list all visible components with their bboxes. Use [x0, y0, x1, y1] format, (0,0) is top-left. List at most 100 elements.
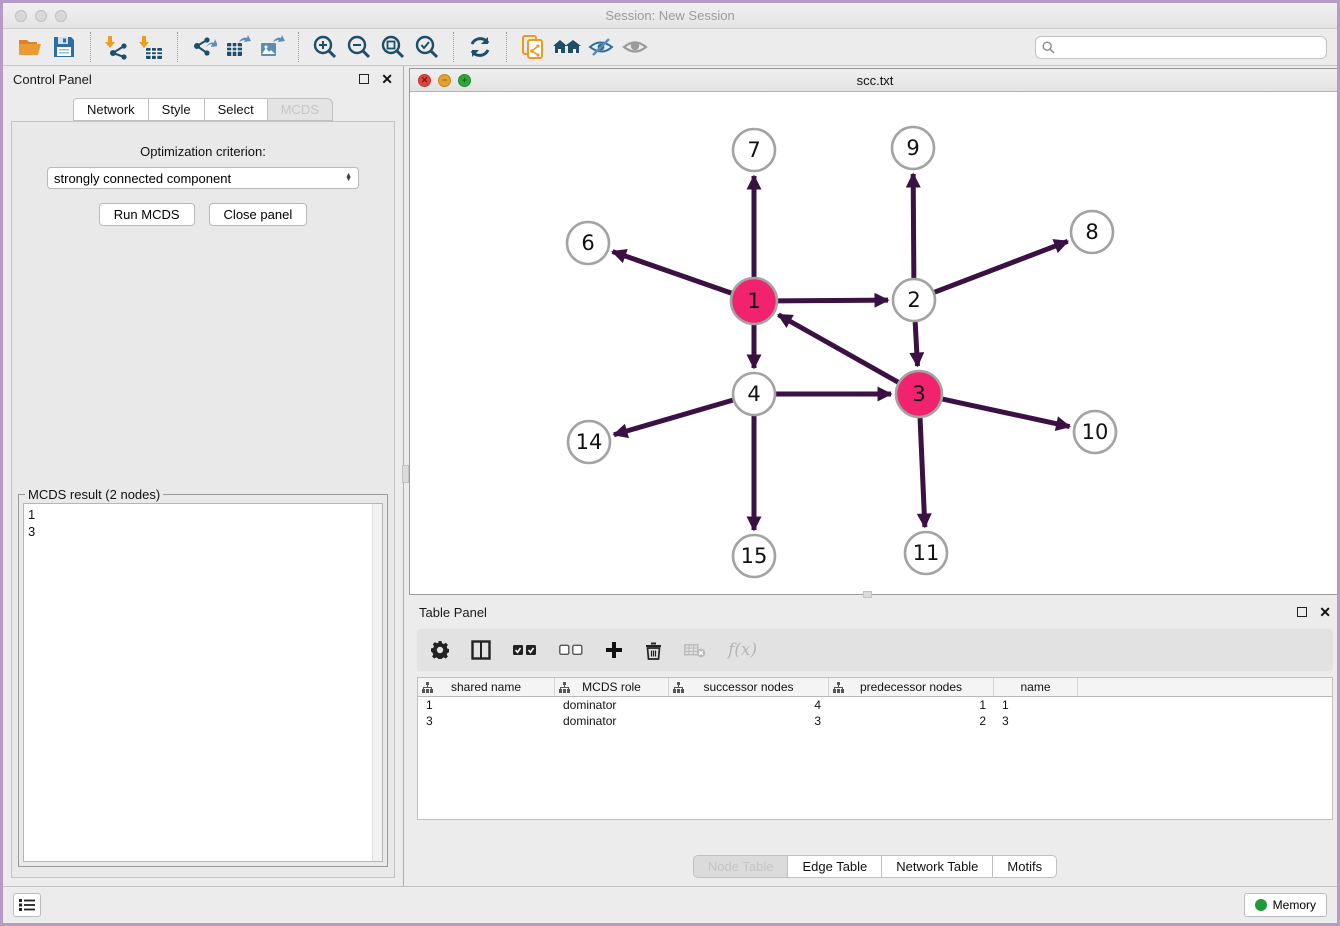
- node-label-6: 6: [581, 231, 594, 255]
- table-float-panel-icon[interactable]: [1297, 607, 1307, 617]
- edge-3-10[interactable]: [942, 399, 1069, 426]
- session-home-icon[interactable]: [550, 32, 584, 62]
- table-row[interactable]: 3dominator323: [418, 713, 1332, 729]
- edge-2-8[interactable]: [935, 241, 1068, 292]
- table-cell[interactable]: 1: [829, 697, 994, 713]
- run-mcds-button[interactable]: Run MCDS: [99, 203, 195, 226]
- table-tabs: Node TableEdge TableNetwork TableMotifs: [409, 855, 1340, 878]
- tab-motifs[interactable]: Motifs: [993, 855, 1057, 878]
- optimization-criterion-label: Optimization criterion:: [12, 144, 394, 159]
- node-label-1: 1: [747, 289, 760, 313]
- memory-button[interactable]: Memory: [1244, 893, 1327, 917]
- memory-status-icon: [1255, 899, 1267, 911]
- search-box[interactable]: [1035, 36, 1327, 59]
- node-label-4: 4: [747, 382, 760, 406]
- zoom-selected-icon[interactable]: [410, 32, 444, 62]
- tab-select[interactable]: Select: [205, 98, 268, 121]
- table-row[interactable]: 1dominator411: [418, 697, 1332, 713]
- network-window-title: scc.txt: [410, 73, 1340, 88]
- column-header-MCDS-role[interactable]: MCDS role: [555, 678, 669, 696]
- network-canvas[interactable]: 7968124314101511: [410, 92, 1340, 594]
- table-close-panel-icon[interactable]: ✕: [1319, 607, 1331, 617]
- column-header-predecessor-nodes[interactable]: predecessor nodes: [829, 678, 994, 696]
- node-table: shared nameMCDS rolesuccessor nodesprede…: [417, 677, 1333, 820]
- table-cell[interactable]: 2: [829, 713, 994, 729]
- edge-2-3[interactable]: [915, 322, 917, 366]
- horizontal-splitter-handle[interactable]: [863, 591, 872, 598]
- close-panel-icon[interactable]: ✕: [381, 74, 393, 84]
- table-options-gear-icon[interactable]: [431, 641, 449, 659]
- show-columns-icon[interactable]: [471, 640, 491, 660]
- apply-function-icon[interactable]: f(x): [728, 640, 757, 660]
- show-panels-icon[interactable]: [618, 32, 652, 62]
- table-cell[interactable]: dominator: [555, 713, 669, 729]
- result-scrollbar[interactable]: [372, 504, 382, 861]
- table-cell[interactable]: 3: [418, 713, 555, 729]
- tab-mcds[interactable]: MCDS: [268, 98, 333, 121]
- table-panel-title: Table Panel: [419, 605, 1297, 620]
- task-history-button[interactable]: [13, 893, 41, 917]
- tab-network-table[interactable]: Network Table: [882, 855, 993, 878]
- zoom-fit-icon[interactable]: [376, 32, 410, 62]
- edge-3-1[interactable]: [778, 315, 898, 382]
- edge-1-2[interactable]: [778, 300, 888, 301]
- node-label-11: 11: [913, 541, 940, 565]
- edge-1-6[interactable]: [613, 252, 732, 294]
- table-toolbar: f(x): [417, 629, 1333, 671]
- tab-node-table[interactable]: Node Table: [693, 855, 789, 878]
- toolbar-separator: [506, 32, 507, 62]
- edge-4-14[interactable]: [614, 400, 733, 435]
- table-cell[interactable]: 1: [994, 697, 1078, 713]
- table-cell[interactable]: 1: [418, 697, 555, 713]
- memory-label: Memory: [1273, 898, 1316, 912]
- status-bar: Memory: [3, 886, 1337, 923]
- save-session-icon[interactable]: [47, 32, 81, 62]
- table-cell[interactable]: 4: [669, 697, 829, 713]
- zoom-out-icon[interactable]: [342, 32, 376, 62]
- column-header-successor-nodes[interactable]: successor nodes: [669, 678, 829, 696]
- vertical-splitter-handle[interactable]: [402, 465, 409, 483]
- hide-panels-icon[interactable]: [584, 32, 618, 62]
- node-label-10: 10: [1082, 420, 1109, 444]
- network-window-titlebar[interactable]: ✕ − + scc.txt: [410, 69, 1340, 92]
- edge-2-9[interactable]: [913, 174, 914, 278]
- search-input[interactable]: [1060, 40, 1320, 54]
- table-cell[interactable]: dominator: [555, 697, 669, 713]
- open-session-icon[interactable]: [13, 32, 47, 62]
- deselect-all-icon[interactable]: [559, 644, 583, 656]
- delete-table-icon[interactable]: [684, 643, 706, 658]
- node-label-2: 2: [907, 288, 920, 312]
- criterion-select[interactable]: strongly connected component ▲▼: [47, 167, 359, 189]
- node-label-3: 3: [912, 382, 925, 406]
- delete-row-trash-icon[interactable]: [645, 641, 662, 660]
- clone-network-icon[interactable]: [516, 32, 550, 62]
- import-table-icon[interactable]: [134, 32, 168, 62]
- export-image-icon[interactable]: [255, 32, 289, 62]
- import-network-icon[interactable]: [100, 32, 134, 62]
- table-cell[interactable]: 3: [994, 713, 1078, 729]
- tab-network[interactable]: Network: [73, 98, 149, 121]
- mcds-result-box: MCDS result (2 nodes) 13: [18, 494, 388, 867]
- mcds-tab-content: Optimization criterion: strongly connect…: [11, 121, 395, 878]
- control-panel: Control Panel ✕ NetworkStyleSelectMCDS O…: [3, 66, 404, 886]
- tab-style[interactable]: Style: [149, 98, 205, 121]
- control-panel-tabs: NetworkStyleSelectMCDS: [3, 98, 403, 121]
- export-network-icon[interactable]: [187, 32, 221, 62]
- mcds-result-item: 1: [28, 506, 378, 523]
- export-table-icon[interactable]: [221, 32, 255, 62]
- add-row-icon[interactable]: [605, 641, 623, 659]
- close-panel-button[interactable]: Close panel: [209, 203, 308, 226]
- select-all-icon[interactable]: [513, 644, 537, 656]
- tab-edge-table[interactable]: Edge Table: [788, 855, 882, 878]
- mcds-result-list[interactable]: 13: [23, 503, 383, 862]
- apply-layout-icon[interactable]: [463, 32, 497, 62]
- edge-3-11[interactable]: [920, 418, 925, 527]
- node-label-9: 9: [906, 136, 919, 160]
- zoom-in-icon[interactable]: [308, 32, 342, 62]
- column-header-name[interactable]: name: [994, 678, 1078, 696]
- search-icon: [1042, 41, 1055, 54]
- table-cell[interactable]: 3: [669, 713, 829, 729]
- float-panel-icon[interactable]: [359, 74, 369, 84]
- column-header-shared-name[interactable]: shared name: [418, 678, 555, 696]
- select-stepper-icon: ▲▼: [345, 174, 352, 182]
